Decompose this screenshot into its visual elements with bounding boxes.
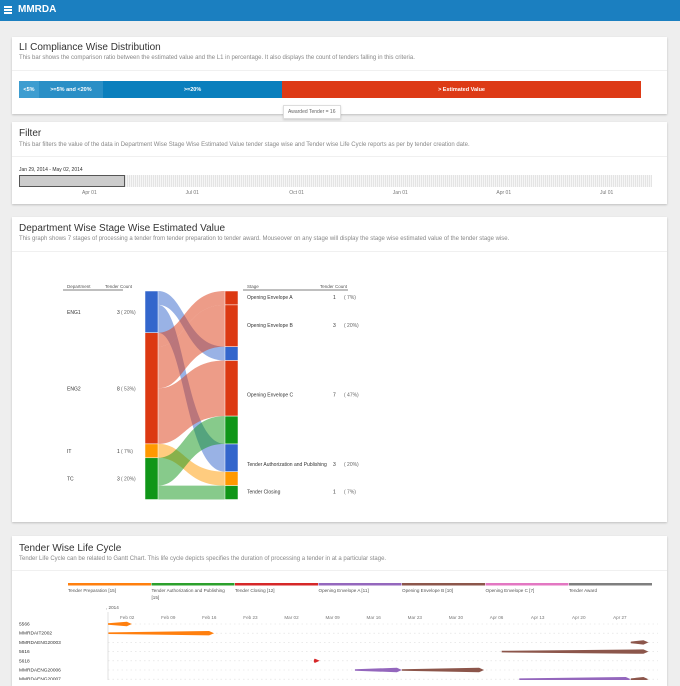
- card-title: Filter: [19, 128, 42, 139]
- filter-axis-tick: Apr 01: [82, 190, 97, 196]
- l1-compliance-card: LI Compliance Wise Distribution This bar…: [12, 37, 667, 119]
- date-range-label: Jan 29, 2014 - May 02, 2014: [19, 167, 83, 173]
- l1-segment[interactable]: >=20%: [102, 81, 283, 98]
- filter-axis-tick: Jul 01: [600, 190, 614, 196]
- life-cycle-card: Tender Wise Life Cycle Tender Life Cycle…: [12, 536, 667, 686]
- card-title: Tender Wise Life Cycle: [19, 543, 122, 554]
- app-header: MMRDA: [0, 0, 680, 21]
- date-brush-selection[interactable]: [19, 175, 125, 187]
- filter-axis-tick: Apr 01: [496, 190, 512, 196]
- card-description: This bar filters the value of the data i…: [19, 142, 470, 148]
- card-description: Tender Life Cycle can be related to Gant…: [19, 556, 387, 562]
- l1-segment[interactable]: > Estimated Value: [282, 81, 641, 98]
- filter-card: Filter This bar filters the value of the…: [12, 122, 667, 204]
- filter-axis-tick: Jul 01: [185, 190, 199, 196]
- card-description: This graph shows 7 stages of processing …: [19, 236, 510, 242]
- filter-axis-tick: Oct 01: [289, 190, 304, 196]
- card-title: LI Compliance Wise Distribution: [19, 42, 161, 53]
- hamburger-icon[interactable]: [4, 6, 12, 14]
- filter-axis-tick: Jan 01: [392, 190, 408, 196]
- app-title: MMRDA: [18, 4, 57, 15]
- l1-segment[interactable]: <5%: [19, 81, 39, 98]
- dept-stage-card: Department Wise Stage Wise Estimated Val…: [12, 217, 667, 522]
- card-description: This bar shows the comparison ratio betw…: [19, 55, 415, 61]
- l1-segment[interactable]: >=5% and <20%: [38, 81, 103, 98]
- l1-distribution-bar: <5% >=5% and <20% >=20% > Estimated Value: [19, 81, 641, 98]
- awarded-tooltip: Awarded Tender = 16: [283, 105, 341, 119]
- card-title: Department Wise Stage Wise Estimated Val…: [19, 223, 226, 234]
